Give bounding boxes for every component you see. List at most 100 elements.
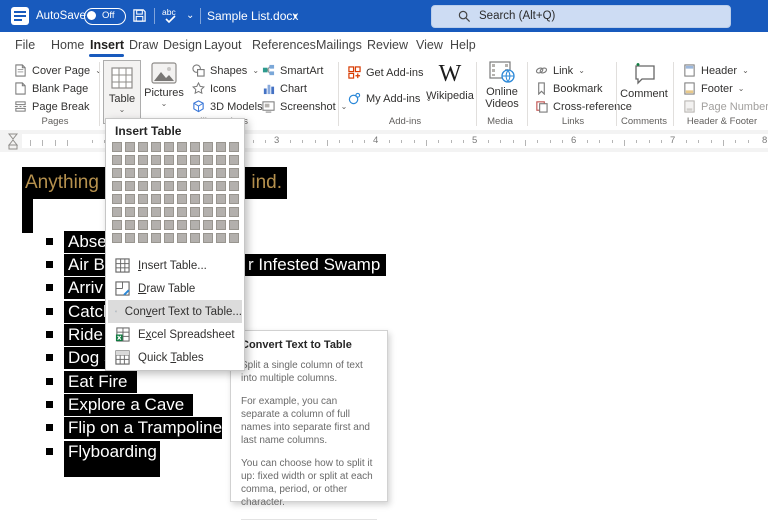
- tab-design[interactable]: Design: [163, 36, 202, 54]
- ruler-tick: [711, 140, 712, 143]
- document-title[interactable]: Sample List.docx: [207, 0, 298, 32]
- pages-group-label: Pages: [25, 116, 85, 127]
- chevron-down-icon: ⌄: [119, 105, 126, 114]
- links-group-label: Links: [545, 116, 601, 127]
- tab-file[interactable]: File: [15, 36, 35, 54]
- menu-item-draw-table[interactable]: Draw Table: [108, 277, 242, 300]
- ruler-number: 7: [670, 134, 675, 148]
- icons-icon: [192, 82, 205, 95]
- wikipedia-w-icon: W: [439, 61, 462, 87]
- shapes-button[interactable]: Shapes ⌄: [192, 63, 259, 78]
- menu-item-insert-table[interactable]: Insert Table...: [108, 254, 242, 277]
- ruler-number: 6: [571, 134, 576, 148]
- get-add-ins-button[interactable]: Get Add-ins: [348, 65, 423, 80]
- tooltip-paragraph: You can choose how to split it up: fixed…: [241, 457, 377, 509]
- draw-table-icon: [115, 281, 130, 296]
- ruler-tick: [686, 140, 687, 143]
- bullet-icon: [46, 331, 53, 338]
- tab-mailings[interactable]: Mailings: [316, 36, 362, 54]
- footer-button[interactable]: Footer ⌄: [683, 81, 745, 96]
- icons-button[interactable]: Icons: [192, 81, 236, 96]
- media-group-label: Media: [472, 116, 528, 127]
- wikipedia-button[interactable]: W Wikipedia: [426, 61, 474, 102]
- ruler-number: 8: [762, 134, 767, 148]
- my-add-ins-button[interactable]: My Add-ins ⌄: [348, 91, 432, 106]
- save-icon: [132, 8, 147, 23]
- search-input[interactable]: Search (Alt+Q): [431, 5, 731, 28]
- ruler-tick: [42, 140, 43, 146]
- menu-item-excel-spreadsheet[interactable]: Excel Spreadsheet: [108, 323, 242, 346]
- toggle-knob-icon: [87, 11, 96, 20]
- bullet-icon: [46, 354, 53, 361]
- autosave-toggle[interactable]: Off: [84, 8, 126, 25]
- ruler-tick: [426, 140, 427, 146]
- search-placeholder: Search (Alt+Q): [479, 6, 555, 27]
- header-button[interactable]: Header ⌄: [683, 63, 749, 78]
- table-button[interactable]: Table ⌄: [103, 60, 141, 124]
- page-break-icon: [14, 100, 27, 113]
- cover-page-icon: [14, 64, 27, 77]
- get-add-ins-icon: [348, 66, 361, 79]
- ruler-tick: [67, 140, 68, 146]
- chevron-down-icon: ⌄: [578, 66, 585, 75]
- smartart-button[interactable]: SmartArt: [262, 63, 323, 78]
- bullet-icon: [46, 238, 53, 245]
- screenshot-button[interactable]: Screenshot ⌄: [262, 99, 347, 114]
- bullet-icon: [46, 308, 53, 315]
- ruler-tick: [463, 140, 464, 143]
- chevron-down-icon: ⌄: [252, 66, 259, 75]
- menu-item-convert-text-to-table[interactable]: Convert Text to Table...: [108, 300, 242, 323]
- ruler-tick: [525, 140, 526, 146]
- pictures-button[interactable]: Pictures ⌄: [142, 62, 186, 108]
- my-add-ins-icon: [348, 92, 361, 105]
- chart-button[interactable]: Chart: [262, 81, 307, 96]
- tab-view[interactable]: View: [416, 36, 443, 54]
- chevron-down-icon: ⌄: [738, 84, 745, 93]
- insert-table-header: Insert Table: [115, 124, 181, 138]
- save-button[interactable]: [132, 8, 147, 23]
- ruler-tick: [290, 140, 291, 143]
- page-break-button[interactable]: Page Break: [14, 99, 89, 114]
- blank-page-button[interactable]: Blank Page: [14, 81, 88, 96]
- ruler-tick: [55, 140, 56, 146]
- ruler-tick: [636, 140, 637, 143]
- comment-button[interactable]: Comment: [620, 61, 668, 100]
- ruler-tick: [562, 140, 563, 143]
- cross-reference-button[interactable]: Cross-reference: [535, 99, 632, 114]
- ruler-tick: [624, 140, 625, 146]
- tab-draw[interactable]: Draw: [129, 36, 158, 54]
- menu-item-quick-tables[interactable]: Quick Tables: [108, 346, 242, 369]
- tab-references[interactable]: References: [252, 36, 316, 54]
- insert-table-grid[interactable]: [112, 142, 239, 243]
- bullet-icon: [46, 401, 53, 408]
- indent-marker[interactable]: [7, 132, 19, 150]
- link-icon: [535, 64, 548, 77]
- bookmark-button[interactable]: Bookmark: [535, 81, 603, 96]
- autosave-label: AutoSave: [36, 0, 86, 32]
- tab-home[interactable]: Home: [51, 36, 84, 54]
- ruler-tick: [748, 140, 749, 143]
- tab-help[interactable]: Help: [450, 36, 476, 54]
- excel-spreadsheet-icon: [115, 327, 130, 342]
- smartart-icon: [262, 64, 275, 77]
- convert-text-to-table-tooltip: Convert Text to Table Split a single col…: [230, 330, 388, 502]
- ruler-tick: [599, 140, 600, 143]
- cover-page-button[interactable]: Cover Page ⌄: [14, 63, 102, 78]
- customize-toolbar-chevron-icon[interactable]: ⌄: [186, 0, 194, 32]
- tab-layout[interactable]: Layout: [204, 36, 242, 54]
- spelling-check-button[interactable]: abc: [162, 6, 179, 25]
- online-videos-icon: [489, 61, 515, 83]
- tab-insert[interactable]: Insert: [90, 36, 124, 54]
- page-number-button[interactable]: Page Number ⌄: [683, 99, 768, 114]
- ruler-tick: [735, 140, 736, 143]
- online-videos-label-2: Videos: [485, 98, 518, 110]
- bookmark-icon: [535, 82, 548, 95]
- ruler-number: 5: [472, 134, 477, 148]
- tab-review[interactable]: Review: [367, 36, 408, 54]
- shapes-icon: [192, 64, 205, 77]
- ruler-tick: [389, 140, 390, 143]
- tooltip-title: Convert Text to Table: [241, 339, 377, 351]
- ruler-tick: [352, 140, 353, 143]
- online-videos-button[interactable]: Online Videos: [481, 61, 523, 110]
- link-button[interactable]: Link ⌄: [535, 63, 585, 78]
